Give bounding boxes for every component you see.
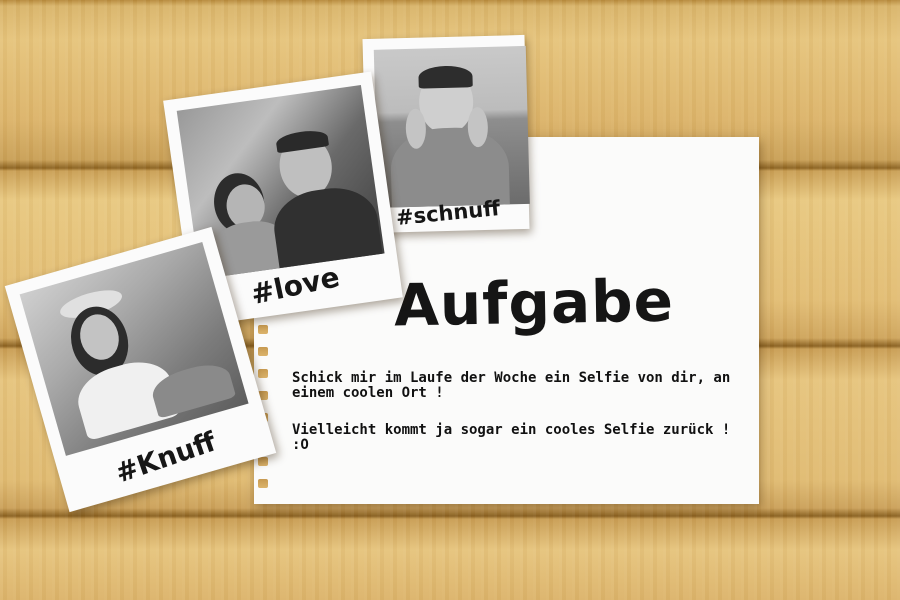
note-paragraph-2: Vielleicht kommt ja sogar ein cooles Sel…: [292, 422, 731, 453]
scene: Aufgabe Schick mir im Laufe der Woche ei…: [0, 0, 900, 600]
photo-man-selfie: [373, 45, 530, 208]
note-title: Aufgabe: [393, 266, 675, 340]
note-paragraph-1: Schick mir im Laufe der Woche ein Selfie…: [292, 370, 731, 401]
